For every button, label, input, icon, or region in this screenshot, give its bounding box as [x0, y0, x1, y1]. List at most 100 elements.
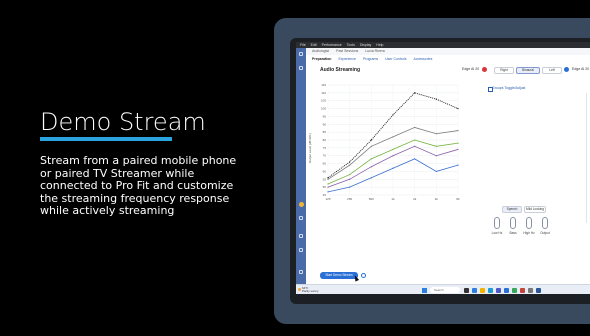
series-point-2	[327, 183, 329, 185]
x-tick-label: 1k	[391, 197, 395, 201]
windows-taskbar: 64°F Partly sunny Search	[296, 284, 590, 294]
music-button[interactable]: Mild Looking	[524, 206, 546, 213]
x-tick-label: 2k	[413, 197, 417, 201]
low-hz-knob[interactable]	[494, 217, 500, 229]
high-hz-knob[interactable]	[526, 217, 532, 229]
status-dot-icon[interactable]	[298, 202, 304, 207]
menu-help[interactable]: Help	[376, 43, 383, 47]
x-tick-label: 125	[325, 197, 330, 201]
series-point-1	[370, 145, 372, 147]
series-point-4	[414, 158, 416, 160]
panel-divider	[586, 93, 587, 223]
patient-name[interactable]: Lucia Rivera	[365, 49, 384, 53]
home-icon[interactable]	[299, 52, 303, 56]
tab-accessories[interactable]: Accessories	[413, 57, 432, 61]
x-tick-label: 8k	[456, 197, 460, 201]
series-point-1	[392, 136, 394, 138]
chart-grid	[327, 84, 459, 196]
audiologist-link[interactable]: Audiologist	[312, 49, 329, 53]
series-point-0	[327, 177, 329, 179]
streaming-response-chart: 1151101051009590858075706560555045 125 25…	[308, 83, 460, 201]
series-point-3	[370, 166, 372, 168]
right-device-label: Edge AI 20	[572, 67, 590, 71]
settings-app-icon[interactable]	[528, 287, 533, 293]
settings-icon[interactable]	[299, 216, 303, 220]
weather-text: Partly sunny	[302, 289, 319, 294]
task-view-icon[interactable]	[464, 287, 469, 293]
pro-fit-app-icon[interactable]	[504, 287, 509, 293]
info-icon[interactable]	[361, 273, 366, 278]
y-tick-label: 90	[323, 122, 327, 126]
y-tick-label: 80	[323, 138, 327, 142]
menu-tools[interactable]: Tools	[347, 43, 355, 47]
series-point-2	[457, 142, 459, 144]
output-knob[interactable]	[542, 217, 548, 229]
y-tick-label: 115	[321, 83, 326, 87]
store-icon[interactable]	[488, 287, 493, 293]
series-point-1	[435, 133, 437, 135]
powerpoint-icon[interactable]	[520, 287, 525, 293]
menu-file[interactable]: File	[300, 43, 306, 47]
chart-y-axis-label: Output Level (dB SPL)	[308, 133, 312, 163]
chart-y-ticks: 1151101051009590858075706560555045	[321, 83, 326, 197]
file-explorer-icon[interactable]	[480, 287, 485, 293]
y-tick-label: 55	[323, 177, 327, 181]
menu-icon[interactable]	[299, 66, 303, 70]
teams-icon[interactable]	[496, 287, 501, 293]
weather-icon	[298, 288, 301, 291]
series-point-2	[349, 173, 351, 176]
y-tick-label: 60	[323, 169, 327, 173]
mouse-cursor-icon	[352, 274, 360, 282]
y-tick-label: 75	[323, 146, 327, 150]
series-point-0	[370, 139, 372, 141]
menu-display[interactable]: Display	[360, 43, 371, 47]
windows-start-icon[interactable]	[422, 287, 427, 293]
tab-preparation[interactable]: Preparation	[312, 57, 331, 61]
tab-programs[interactable]: Programs	[363, 57, 378, 61]
series-point-3	[435, 155, 437, 157]
word-icon[interactable]	[536, 287, 541, 293]
y-tick-label: 50	[323, 185, 327, 189]
series-point-3	[414, 145, 416, 147]
series-point-0	[392, 114, 394, 116]
menu-edit[interactable]: Edit	[311, 43, 317, 47]
ear-selector: Edge AI 20 Right Binaural Left Edge AI 2…	[462, 66, 590, 74]
series-point-2	[414, 139, 416, 141]
high-hz-label: High Hz	[523, 231, 535, 235]
y-tick-label: 70	[323, 154, 327, 158]
laptop-screen: File Edit Performance Tools Display Help…	[296, 42, 590, 294]
bass-knob[interactable]	[510, 217, 516, 229]
excel-icon[interactable]	[512, 287, 517, 293]
taskbar-search[interactable]: Search	[430, 287, 460, 293]
y-tick-label: 105	[321, 99, 326, 103]
group-toggle-label: Groups Toggle/Adjust	[492, 86, 526, 90]
weather-widget[interactable]: 64°F Partly sunny	[302, 286, 319, 294]
binaural-button[interactable]: Binaural	[516, 67, 540, 74]
left-ear-icon	[564, 67, 569, 72]
right-ear-button[interactable]: Right	[494, 67, 514, 74]
slide-title: Demo Stream	[40, 108, 206, 136]
series-point-1	[414, 126, 416, 129]
menu-performance[interactable]: Performance	[322, 43, 342, 47]
left-ear-button[interactable]: Left	[542, 67, 562, 74]
help-icon[interactable]	[299, 248, 303, 252]
y-tick-label: 95	[323, 114, 327, 118]
speech-button[interactable]: Speech	[502, 206, 522, 213]
browser-icon[interactable]	[472, 287, 477, 293]
past-sessions-link[interactable]: Past Sessions	[336, 49, 358, 53]
y-tick-label: 110	[321, 91, 326, 95]
series-point-2	[392, 148, 394, 151]
left-nav-rail	[296, 48, 306, 284]
tab-experience[interactable]: Experience	[338, 57, 356, 61]
series-point-4	[392, 167, 394, 169]
tab-user-controls[interactable]: User Controls	[385, 57, 406, 61]
main-content: Audio Streaming Edge AI 20 Right Binaura…	[306, 63, 590, 284]
y-tick-label: 85	[323, 130, 327, 134]
tools-icon[interactable]	[299, 234, 303, 238]
series-point-4	[349, 186, 351, 188]
series-point-1	[457, 129, 459, 132]
low-hz-label: Low Hz	[491, 231, 503, 235]
expand-icon[interactable]	[299, 270, 303, 274]
series-point-1	[349, 164, 351, 166]
y-tick-label: 65	[323, 162, 327, 166]
